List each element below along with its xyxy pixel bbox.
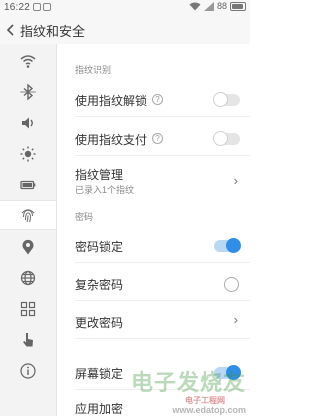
row-label: 指纹管理 xyxy=(75,168,124,182)
apps-grid-icon xyxy=(20,301,36,317)
battery-level: 88 xyxy=(216,1,227,11)
sidebar-item-battery[interactable] xyxy=(0,170,56,200)
radio-complex-password[interactable] xyxy=(224,277,239,292)
row-complex-password[interactable]: 复杂密码 xyxy=(57,268,250,298)
help-icon[interactable]: ? xyxy=(152,94,163,105)
divider xyxy=(75,116,250,117)
brightness-icon xyxy=(20,146,36,162)
sidebar-item-bluetooth[interactable] xyxy=(0,77,56,107)
status-time: 16:22 xyxy=(4,2,31,13)
row-label: 使用指纹支付 xyxy=(75,133,148,147)
fingerprint-icon xyxy=(21,209,35,223)
row-sublabel: 已录入1个指纹 xyxy=(75,185,135,195)
toggle-fingerprint-unlock[interactable] xyxy=(213,92,240,107)
bluetooth-icon xyxy=(23,83,34,101)
row-label: 复杂密码 xyxy=(75,278,124,292)
chevron-right-icon: › xyxy=(233,312,238,327)
sidebar-item-language[interactable] xyxy=(0,263,56,293)
settings-sidebar xyxy=(0,44,57,416)
help-icon[interactable]: ? xyxy=(152,133,163,144)
row-label: 更改密码 xyxy=(75,316,124,330)
row-app-lock[interactable]: 应用加密 xyxy=(57,393,250,416)
signal-icon xyxy=(203,1,214,11)
sidebar-item-about[interactable] xyxy=(0,356,56,386)
battery-icon xyxy=(20,180,36,190)
sidebar-item-sound[interactable] xyxy=(0,108,56,138)
row-change-password[interactable]: 更改密码 › xyxy=(57,306,250,336)
settings-panel: 指纹识别 使用指纹解锁 ? 使用指纹支付 ? 指纹管理 已录入1个指纹 › 密码… xyxy=(57,44,250,416)
chevron-right-icon: › xyxy=(233,173,238,188)
section-title-fingerprint: 指纹识别 xyxy=(75,65,112,75)
sidebar-item-fingerprint[interactable] xyxy=(0,200,56,230)
toggle-knob xyxy=(213,131,228,146)
back-button[interactable] xyxy=(0,16,20,44)
section-title-password: 密码 xyxy=(75,212,94,222)
toggle-fingerprint-pay[interactable] xyxy=(213,131,240,146)
row-label: 使用指纹解锁 xyxy=(75,94,148,108)
sidebar-item-wifi[interactable] xyxy=(0,46,56,76)
divider xyxy=(75,300,250,301)
notification-icon xyxy=(43,3,51,11)
notification-icons xyxy=(33,3,51,11)
toggle-knob xyxy=(226,365,241,380)
toggle-password-lock[interactable] xyxy=(214,238,241,253)
row-fingerprint-pay[interactable]: 使用指纹支付 ? xyxy=(57,123,250,153)
row-screen-lock[interactable]: 屏幕锁定 xyxy=(57,357,250,387)
status-bar: 16:22 88 xyxy=(0,0,250,16)
info-icon xyxy=(20,363,36,379)
hand-pointer-icon xyxy=(23,333,33,347)
row-fingerprint-unlock[interactable]: 使用指纹解锁 ? xyxy=(57,84,250,114)
row-label: 屏幕锁定 xyxy=(75,367,124,381)
globe-icon xyxy=(20,270,36,286)
divider xyxy=(75,155,250,156)
toggle-screen-lock[interactable] xyxy=(214,365,241,380)
row-password-lock[interactable]: 密码锁定 xyxy=(57,230,250,260)
divider xyxy=(75,338,250,339)
sidebar-item-location[interactable] xyxy=(0,232,56,262)
location-icon xyxy=(22,239,34,255)
chevron-left-icon xyxy=(6,24,14,36)
row-label: 密码锁定 xyxy=(75,240,124,254)
row-fingerprint-manage[interactable]: 指纹管理 已录入1个指纹 › xyxy=(57,160,250,196)
status-right: 88 xyxy=(189,1,246,11)
wifi-status-icon xyxy=(189,2,201,10)
wifi-icon xyxy=(20,55,36,68)
battery-status-icon xyxy=(230,1,246,11)
row-label: 应用加密 xyxy=(75,402,124,416)
toggle-knob xyxy=(213,92,228,107)
sidebar-item-accessibility[interactable] xyxy=(0,325,56,355)
app-bar: 指纹和安全 xyxy=(0,16,250,44)
divider xyxy=(75,262,250,263)
volume-icon xyxy=(22,117,33,129)
sidebar-item-apps[interactable] xyxy=(0,294,56,324)
sidebar-item-display[interactable] xyxy=(0,139,56,169)
page-title: 指纹和安全 xyxy=(20,23,86,39)
divider xyxy=(75,389,250,390)
toggle-knob xyxy=(226,238,241,253)
notification-icon xyxy=(33,3,41,11)
